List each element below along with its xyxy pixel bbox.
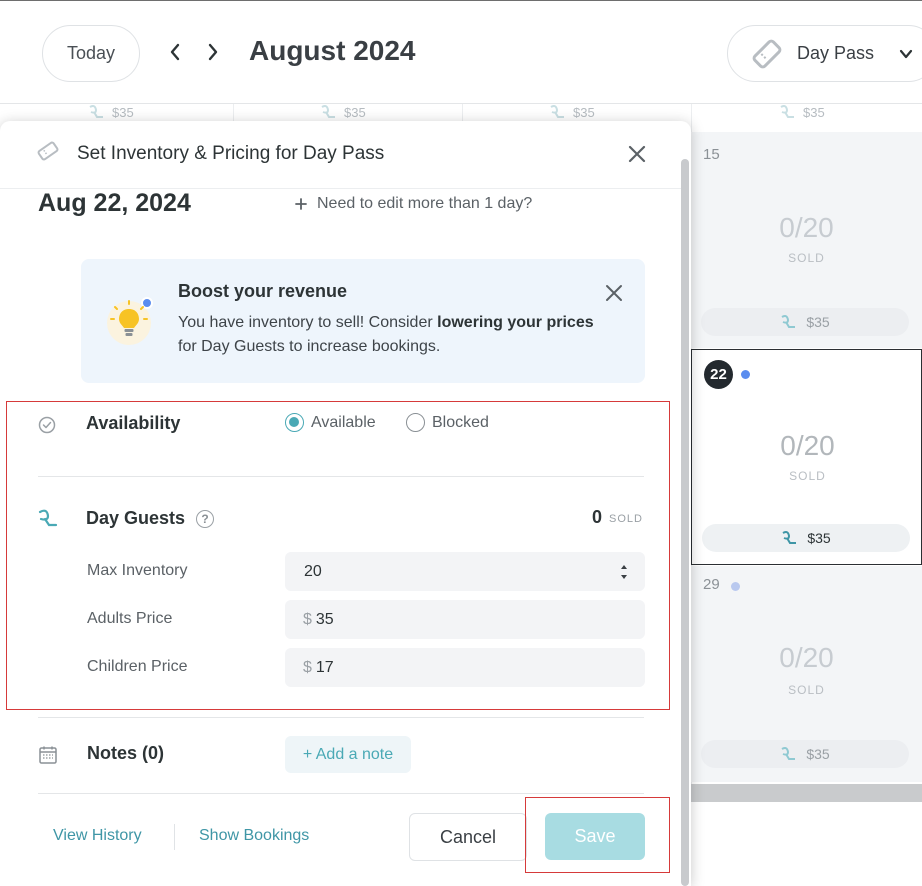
adults-price-label: Adults Price — [87, 610, 173, 627]
tag-icon — [750, 37, 784, 71]
show-bookings-link[interactable]: Show Bookings — [199, 827, 309, 845]
sold-count: 0 — [592, 507, 603, 527]
chevron-left-icon[interactable] — [165, 39, 185, 65]
close-icon[interactable] — [604, 283, 624, 303]
inventory-pricing-modal: Set Inventory & Pricing for Day Pass Aug… — [0, 121, 691, 886]
strip-price: $35 — [320, 104, 366, 120]
radio-blocked[interactable]: Blocked — [406, 413, 489, 432]
cell-date: 29 — [703, 576, 720, 593]
stepper-arrows-icon[interactable] — [619, 561, 629, 583]
divider — [38, 717, 644, 718]
cell-price: $35 — [702, 524, 910, 552]
pass-type-select[interactable]: Day Pass — [727, 25, 922, 82]
adults-price-input[interactable]: $ 35 — [285, 600, 645, 639]
modal-header: Set Inventory & Pricing for Day Pass — [0, 121, 681, 189]
guests-icon — [550, 105, 564, 118]
notes-label: Notes (0) — [87, 743, 165, 763]
boost-title: Boost your revenue — [178, 281, 348, 301]
guests-icon — [321, 105, 335, 118]
question-circle-icon[interactable]: ? — [196, 510, 214, 528]
calendar-cell-15[interactable]: 15 0/20 SOLD $35 — [691, 132, 922, 348]
max-inventory-label: Max Inventory — [87, 562, 188, 579]
close-icon[interactable] — [626, 143, 648, 165]
cell-price: $35 — [701, 308, 909, 336]
cell-sold: SOLD — [789, 469, 826, 483]
sold-label: SOLD — [609, 513, 643, 525]
horizontal-scrollbar[interactable] — [691, 784, 922, 802]
cell-sold: SOLD — [788, 683, 825, 697]
cell-count: 0/20 — [779, 642, 834, 673]
cell-count: 0/20 — [779, 212, 834, 243]
chevron-down-icon — [898, 46, 914, 62]
selected-date: Aug 22, 2024 — [38, 189, 191, 217]
modal-scrollbar[interactable] — [681, 159, 689, 886]
plus-icon — [295, 198, 307, 210]
cell-count: 0/20 — [780, 430, 835, 461]
calendar-header: Today August 2024 Day Pass — [0, 0, 922, 104]
cancel-button[interactable]: Cancel — [409, 813, 527, 861]
month-title: August 2024 — [249, 35, 416, 66]
boost-revenue-banner: Boost your revenue You have inventory to… — [81, 259, 645, 383]
calendar-cell-22[interactable]: 22 0/20 SOLD $35 — [691, 349, 922, 565]
save-button[interactable]: Save — [545, 813, 645, 860]
guests-icon — [780, 105, 794, 118]
calendar-notes-icon — [38, 745, 58, 765]
radio-button[interactable] — [285, 413, 304, 432]
status-dot — [741, 370, 750, 379]
tag-icon — [36, 139, 60, 163]
strip-price: $35 — [549, 104, 595, 120]
radio-available[interactable]: Available — [285, 413, 376, 432]
modal-title: Set Inventory & Pricing for Day Pass — [77, 143, 385, 164]
cell-sold: SOLD — [788, 251, 825, 265]
cell-date-badge: 22 — [704, 360, 733, 389]
strip-price: $35 — [779, 104, 825, 120]
lightbulb-icon — [105, 295, 157, 347]
chevron-right-icon[interactable] — [203, 39, 223, 65]
children-price-label: Children Price — [87, 658, 188, 675]
radio-button[interactable] — [406, 413, 425, 432]
cell-date: 15 — [703, 146, 720, 163]
children-price-input[interactable]: $ 17 — [285, 648, 645, 687]
guests-icon — [781, 315, 796, 328]
boost-text: You have inventory to sell! Consider low… — [178, 314, 594, 355]
divider — [38, 476, 644, 477]
pass-type-label: Day Pass — [797, 43, 875, 63]
day-guests-label: Day Guests — [86, 508, 186, 528]
view-history-link[interactable]: View History — [53, 827, 142, 845]
max-inventory-input[interactable]: 20 — [285, 552, 645, 591]
add-note-button[interactable]: + Add a note — [285, 736, 411, 773]
today-button[interactable]: Today — [42, 25, 140, 82]
strip-price: $35 — [88, 104, 134, 120]
guests-icon — [781, 747, 796, 760]
status-dot — [731, 582, 740, 591]
calendar-cell-29[interactable]: 29 0/20 SOLD $35 — [691, 566, 922, 782]
edit-multiple-days-link[interactable]: Need to edit more than 1 day? — [295, 195, 532, 213]
guests-icon — [782, 531, 797, 544]
guests-icon — [37, 509, 59, 529]
check-circle-icon — [37, 415, 57, 435]
availability-label: Availability — [86, 413, 181, 433]
footer-separator — [174, 824, 175, 850]
guests-icon — [89, 105, 103, 118]
cell-price: $35 — [701, 740, 909, 768]
divider — [38, 793, 644, 794]
